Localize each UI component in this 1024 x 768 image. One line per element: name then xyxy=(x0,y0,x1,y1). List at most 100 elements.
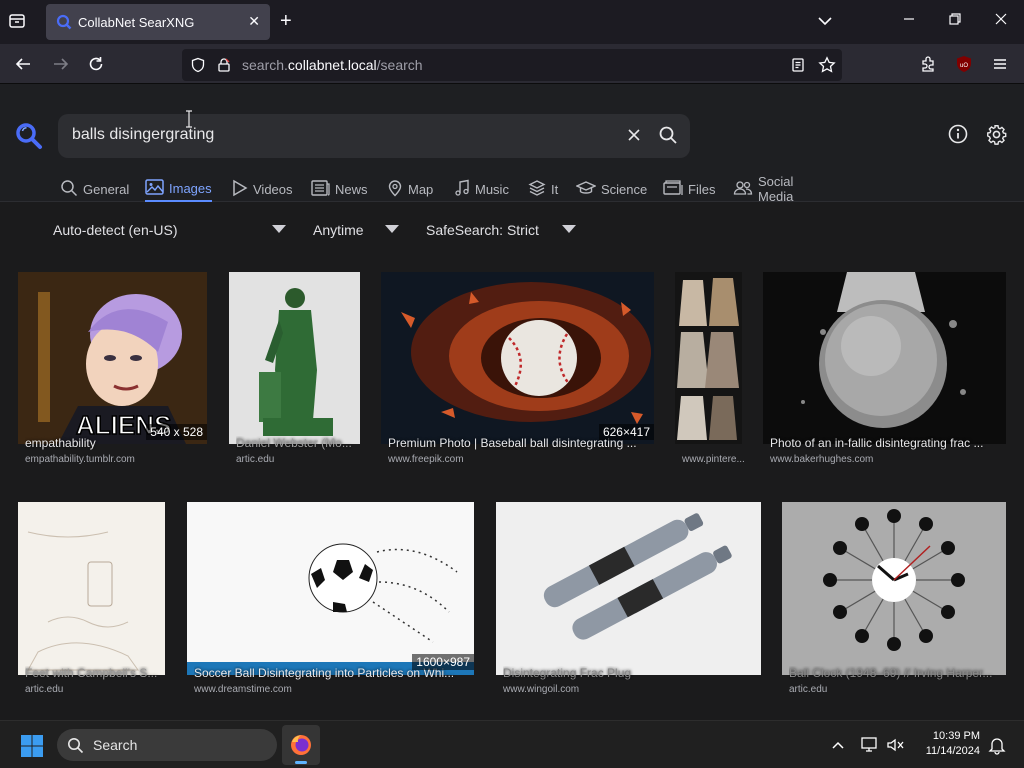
tab-videos[interactable]: Videos xyxy=(232,176,293,202)
tab-images[interactable]: Images xyxy=(145,176,212,202)
newspaper-icon xyxy=(311,179,330,200)
info-icon[interactable] xyxy=(948,124,968,149)
forward-icon[interactable] xyxy=(52,55,70,78)
image-result[interactable]: Disintegrating Frac Plug www.wingoil.com xyxy=(496,502,761,695)
image-result[interactable]: Ball Clock (1948–69) // Irving Harper...… xyxy=(782,502,1006,695)
lock-icon[interactable] xyxy=(216,57,232,78)
image-result[interactable]: Daniel Webster (Mo... artic.edu xyxy=(229,272,360,465)
taskbar-search[interactable]: Search xyxy=(57,729,277,761)
tab-images-label: Images xyxy=(169,180,212,196)
new-tab-button[interactable]: + xyxy=(280,11,292,31)
tab-map-label: Map xyxy=(408,181,434,197)
result-source[interactable]: www.wingoil.com xyxy=(503,684,761,695)
result-thumbnail-image[interactable] xyxy=(18,502,165,675)
result-thumbnail-image[interactable] xyxy=(187,502,474,675)
result-source[interactable]: www.pintere... xyxy=(682,454,748,465)
result-title[interactable]: Daniel Webster (Mo... xyxy=(236,436,358,450)
tab-videos-label: Videos xyxy=(253,181,293,197)
tab-social-media-label: Social Media xyxy=(758,174,794,204)
time-range-select[interactable]: Anytime xyxy=(313,222,364,238)
image-result[interactable]: Feet with Campbell's S... artic.edu xyxy=(18,502,165,695)
settings-gear-icon[interactable] xyxy=(986,124,1007,150)
play-icon xyxy=(232,179,248,200)
volume-muted-icon[interactable] xyxy=(886,736,906,759)
time-dropdown-chevron-icon[interactable] xyxy=(385,225,399,233)
result-thumbnail-image[interactable] xyxy=(229,272,360,444)
tab-news[interactable]: News xyxy=(311,176,368,202)
result-title[interactable]: Disintegrating Frac Plug xyxy=(503,666,761,680)
tab-music[interactable]: Music xyxy=(454,176,509,202)
bookmark-star-icon[interactable] xyxy=(818,56,836,79)
window-close-icon[interactable] xyxy=(994,12,1008,29)
reader-view-icon[interactable] xyxy=(790,57,806,78)
windows-start-icon[interactable] xyxy=(20,734,44,763)
result-source[interactable]: www.bakerhughes.com xyxy=(770,454,1006,465)
tab-close-icon[interactable]: ✕ xyxy=(248,13,260,30)
image-result[interactable]: Photo of an in-fallic disintegrating fra… xyxy=(763,272,1006,465)
url-bar[interactable]: search.collabnet.local/search xyxy=(182,49,842,81)
result-title[interactable]: Photo of an in-fallic disintegrating fra… xyxy=(770,436,1006,450)
result-resolution: 540 x 528 xyxy=(146,424,207,440)
result-source[interactable]: artic.edu xyxy=(789,684,1006,695)
result-thumbnail-image[interactable] xyxy=(496,502,761,675)
tab-news-label: News xyxy=(335,181,368,197)
search-submit-icon[interactable] xyxy=(658,125,678,150)
active-app-indicator xyxy=(295,761,307,764)
tab-social-media[interactable]: Social Media xyxy=(733,174,794,204)
reload-icon[interactable] xyxy=(87,55,105,78)
result-title[interactable]: empathability xyxy=(25,436,145,450)
extensions-icon[interactable] xyxy=(919,55,937,78)
tab-files[interactable]: Files xyxy=(663,176,715,202)
result-source[interactable]: www.dreamstime.com xyxy=(194,684,474,695)
image-result[interactable]: Soccer Ball Disintegrating into Particle… xyxy=(187,502,474,695)
url-text: search.collabnet.local/search xyxy=(242,57,423,73)
safesearch-dropdown-chevron-icon[interactable] xyxy=(562,225,576,233)
ublock-origin-icon[interactable]: uO xyxy=(955,55,973,78)
tab-list-icon[interactable] xyxy=(8,12,26,35)
searxng-logo-icon[interactable] xyxy=(15,122,43,155)
image-result[interactable]: www.pintere... xyxy=(675,272,745,465)
taskbar-clock[interactable]: 10:39 PM 11/14/2024 xyxy=(926,729,980,759)
result-thumbnail-image[interactable] xyxy=(763,272,1006,444)
search-input[interactable]: balls disingergrating xyxy=(58,114,690,158)
restore-icon[interactable] xyxy=(948,12,962,29)
chevron-down-icon[interactable] xyxy=(816,12,834,35)
notification-bell-icon[interactable] xyxy=(988,735,1006,760)
image-result[interactable]: Premium Photo | Baseball ball disintegra… xyxy=(381,272,654,465)
network-icon[interactable] xyxy=(860,736,880,759)
menu-icon[interactable] xyxy=(991,55,1009,78)
result-thumbnail-image[interactable] xyxy=(782,502,1006,675)
result-thumbnail-image[interactable] xyxy=(675,272,742,444)
tab-map[interactable]: Map xyxy=(387,176,433,202)
result-thumbnail-image[interactable]: ALIENS xyxy=(18,272,207,444)
result-thumbnail-image[interactable] xyxy=(381,272,654,444)
tab-it[interactable]: It xyxy=(528,176,558,202)
browser-tab[interactable]: CollabNet SearXNG ✕ xyxy=(46,4,270,40)
result-title[interactable]: Ball Clock (1948–69) // Irving Harper... xyxy=(789,666,1006,680)
language-dropdown-chevron-icon[interactable] xyxy=(272,225,286,233)
taskbar-firefox-button[interactable] xyxy=(282,725,320,765)
clear-search-icon[interactable] xyxy=(626,127,642,148)
tab-science[interactable]: Science xyxy=(575,176,647,202)
shield-icon[interactable] xyxy=(190,57,206,78)
tab-title: CollabNet SearXNG xyxy=(78,15,195,30)
clock-date: 11/14/2024 xyxy=(925,745,980,757)
back-icon[interactable] xyxy=(14,55,32,78)
result-source[interactable]: artic.edu xyxy=(236,454,358,465)
safesearch-select[interactable]: SafeSearch: Strict xyxy=(426,222,539,238)
search-icon xyxy=(60,179,78,200)
navigation-bar: search.collabnet.local/search uO xyxy=(0,44,1024,84)
result-source[interactable]: empathability.tumblr.com xyxy=(25,454,205,465)
tab-general[interactable]: General xyxy=(60,176,129,202)
chevron-up-icon[interactable] xyxy=(830,737,846,758)
result-source[interactable]: artic.edu xyxy=(25,684,165,695)
result-title[interactable]: Feet with Campbell's S... xyxy=(25,666,173,680)
people-icon xyxy=(733,179,753,200)
layers-icon xyxy=(528,179,546,200)
result-source[interactable]: www.freepik.com xyxy=(388,454,654,465)
tab-music-label: Music xyxy=(475,181,509,197)
firefox-icon xyxy=(289,733,313,762)
minimize-icon[interactable] xyxy=(902,12,916,29)
language-select[interactable]: Auto-detect (en-US) xyxy=(53,222,178,238)
image-result[interactable]: ALIENS empathability 540 x 528 empathabi… xyxy=(18,272,207,465)
